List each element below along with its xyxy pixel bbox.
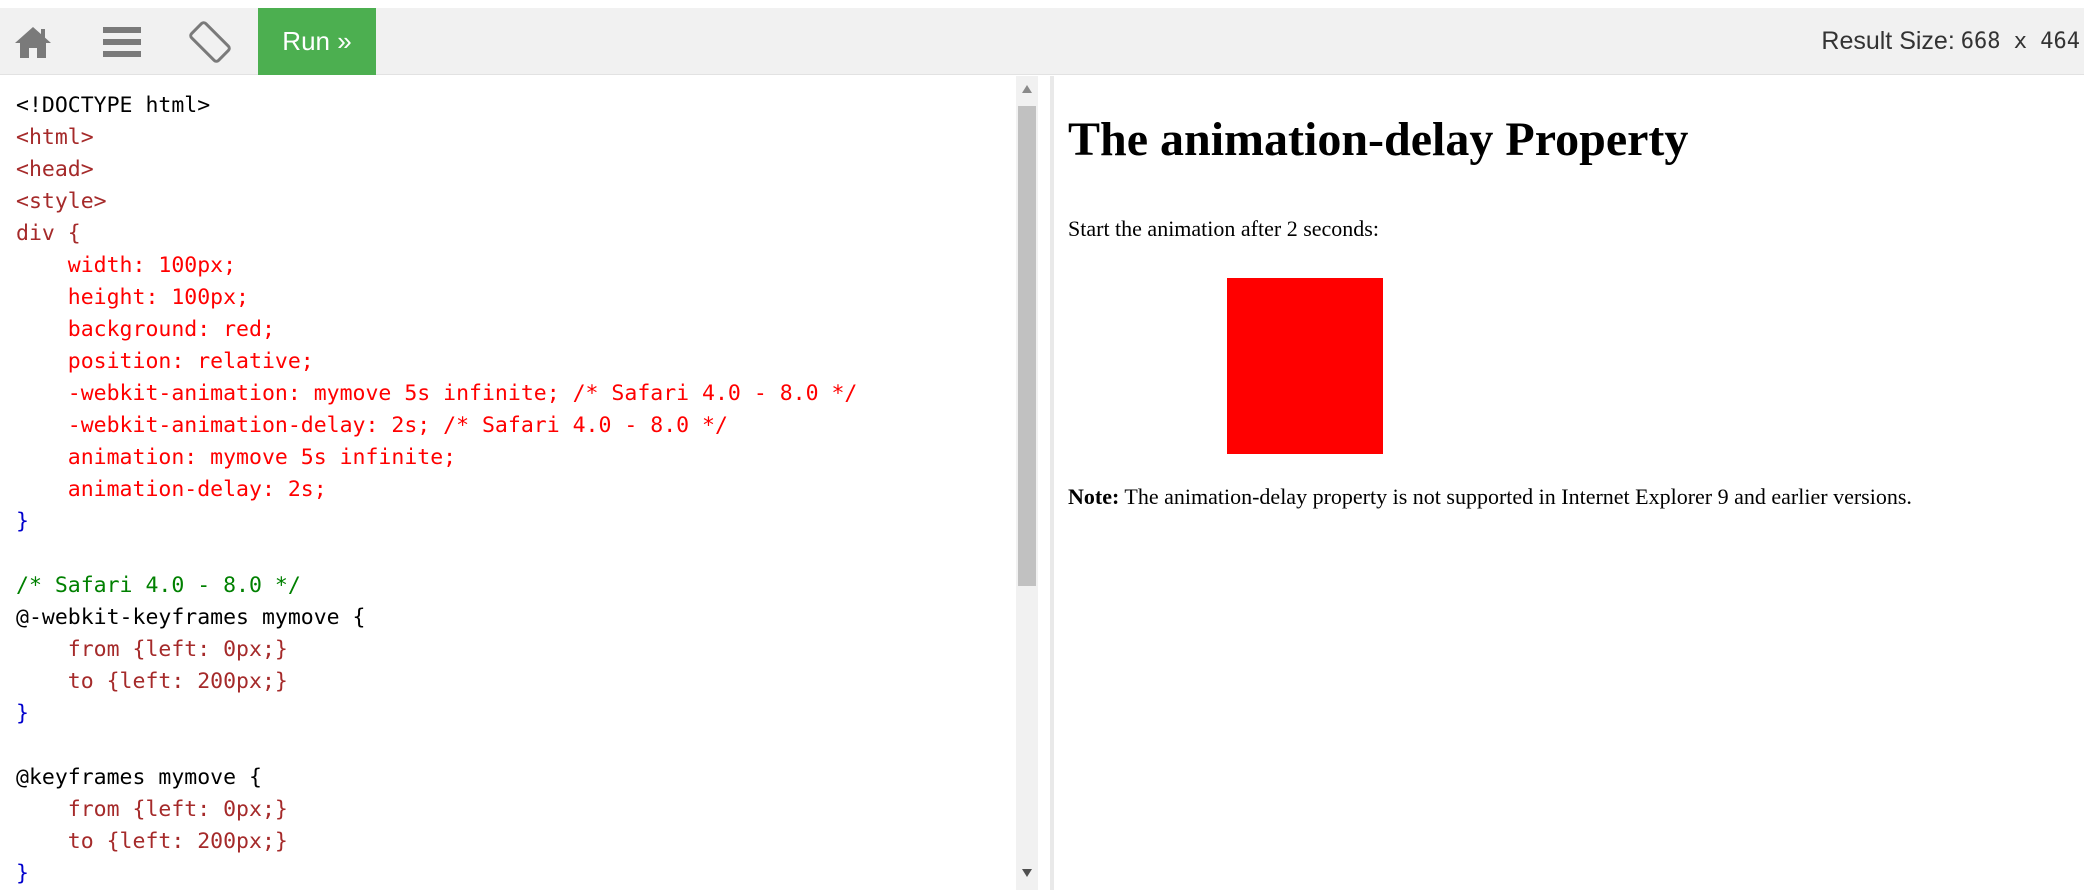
toolbar: Run » Result Size: 668 x 464 [0,8,2084,75]
code-line: from {left: 0px;} [16,797,288,822]
code-line: <!DOCTYPE html> [16,93,211,118]
code-line: position: relative; [16,349,314,374]
code-line: from {left: 0px;} [16,637,288,662]
code-line: -webkit-animation-delay: 2s; /* Safari 4… [16,413,728,438]
code-line: animation-delay: 2s; [16,477,327,502]
code-line: } [16,509,29,534]
code-line: } [16,861,29,886]
code-line: animation: mymove 5s infinite; [16,445,457,470]
code-line: @keyframes mymove { [16,765,262,790]
scroll-thumb[interactable] [1018,106,1036,586]
rotate-icon[interactable] [184,8,236,75]
code-line: to {left: 200px;} [16,669,288,694]
scroll-up-arrow-icon[interactable] [1016,84,1038,100]
editor-scrollbar[interactable] [1016,76,1038,890]
code-line: } [16,701,29,726]
code-line: @-webkit-keyframes mymove { [16,605,366,630]
result-size-readout: Result Size: 668 x 464 [1821,8,2080,75]
note-text: The animation-delay property is not supp… [1119,484,1912,509]
code-line: to {left: 200px;} [16,829,288,854]
note-label: Note: [1068,484,1120,509]
code-line: div { [16,221,81,246]
result-pane: The animation-delay Property Start the a… [1054,76,2084,890]
code-line: -webkit-animation: mymove 5s infinite; /… [16,381,858,406]
code-line: <html> [16,125,94,150]
result-size-label: Result Size: [1821,27,1955,55]
result-intro-text: Start the animation after 2 seconds: [1068,216,1379,241]
code-line: <style> [16,189,107,214]
home-icon[interactable] [10,8,56,75]
menu-icon[interactable] [98,8,146,75]
scroll-down-arrow-icon[interactable] [1016,868,1038,884]
result-note: Note: The animation-delay property is no… [1068,484,1912,510]
code-line: width: 100px; [16,253,237,278]
run-button[interactable]: Run » [258,8,376,75]
code-line: height: 100px; [16,285,249,310]
code-editor[interactable]: <!DOCTYPE html> <html> <head> <style> di… [0,76,1016,890]
code-line: background: red; [16,317,275,342]
code-line: <head> [16,157,94,182]
result-size-value: 668 x 464 [1960,29,2080,54]
code-line: /* Safari 4.0 - 8.0 */ [16,573,301,598]
result-heading: The animation-delay Property [1068,113,1689,166]
animated-box [1227,278,1383,454]
